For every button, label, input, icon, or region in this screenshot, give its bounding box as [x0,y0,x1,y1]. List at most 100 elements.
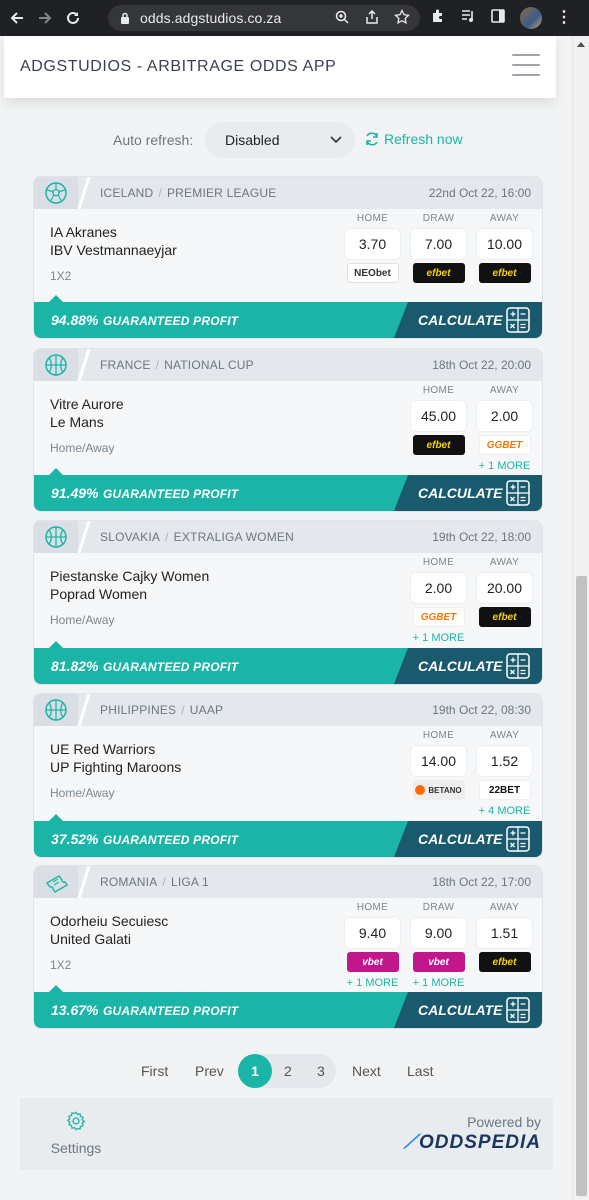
odd-value[interactable]: 9.00 [411,918,466,948]
basketball-icon [34,349,78,381]
lock-icon [118,11,132,25]
odd-label: HOME [422,385,455,396]
side-panel-icon[interactable] [490,8,506,29]
address-bar[interactable]: odds.adgstudios.co.za [108,5,420,31]
odd-value[interactable]: 3.70 [345,229,400,259]
league-breadcrumb: ICELAND / PREMIER LEAGUE [100,186,277,200]
odd-value[interactable]: 1.51 [477,918,532,948]
share-icon[interactable] [364,9,380,30]
calculate-button[interactable]: CALCULATE [394,821,542,857]
soccer-ball-icon [34,177,78,209]
page-scrollbar[interactable] [572,36,589,1200]
odd-value[interactable]: 2.00 [477,401,532,431]
bookmaker-efbet-logo[interactable]: efbet [478,607,531,627]
odd-home: HOME 3.70 NEObet [345,213,400,283]
basketball-icon [34,521,78,553]
guaranteed-profit: 37.52% GUARANTEED PROFIT [51,831,239,847]
calculator-icon [506,997,530,1023]
scrollbar-thumb[interactable] [576,576,587,1196]
ticket-icon [34,866,78,898]
extensions-icon[interactable] [430,8,446,29]
forward-icon[interactable] [34,7,56,29]
oddspedia-logo[interactable]: ⟋ ODDSPEDIA [404,1132,541,1154]
odd-value[interactable]: 1.52 [477,746,532,776]
refresh-controls: Auto refresh: Disabled Refresh now [0,122,572,158]
hamburger-menu-icon[interactable] [512,54,540,76]
bookmaker-betano-logo[interactable]: BETANO [412,780,465,800]
header-divider [77,866,91,898]
odd-value[interactable]: 45.00 [411,401,466,431]
calculator-icon [506,826,530,852]
away-team: Poprad Women [50,586,148,602]
away-team: United Galati [50,931,131,947]
teams: Piestanske Cajky Women Poprad Women [50,567,209,603]
browser-menu-icon[interactable]: ⋮ [556,10,572,26]
page-2-button[interactable]: 2 [284,1063,292,1079]
bookmaker-efbet-logo[interactable]: efbet [478,952,531,972]
bookmaker-ggbet-logo[interactable]: GGBET [412,607,465,627]
bookmaker-neobet-logo[interactable]: NEObet [346,263,399,283]
bookmaker-vbet-logo[interactable]: vbet [412,952,465,972]
odd-value[interactable]: 10.00 [477,229,532,259]
more-bookmakers-link[interactable]: + 1 MORE [411,632,466,644]
event-date: 22nd Oct 22, 16:00 [428,186,531,200]
profile-avatar[interactable] [520,7,542,29]
header-divider [77,521,91,553]
odd-home: HOME 45.00 efbet [411,385,466,455]
chevron-down-icon [329,132,343,151]
header-divider [77,349,91,381]
odd-value[interactable]: 14.00 [411,746,466,776]
bookmaker-efbet-logo[interactable]: efbet [478,263,531,283]
more-bookmakers-link[interactable]: + 1 MORE [477,460,532,472]
more-bookmakers-link[interactable]: + 1 MORE [411,977,466,989]
bookmaker-vbet-logo[interactable]: vbet [346,952,399,972]
media-control-icon[interactable] [460,8,476,29]
page-1-button[interactable]: 1 [238,1054,272,1088]
league-breadcrumb: ROMANIA / LIGA 1 [100,875,209,889]
odd-label: HOME [356,902,389,913]
bookmaker-ggbet-logo[interactable]: GGBET [478,435,531,455]
powered-by: Powered by ⟋ ODDSPEDIA [404,1114,541,1154]
pagination: First Prev 1 2 3 Next Last [0,1054,572,1088]
odd-away: AWAY 10.00 efbet [477,213,532,283]
calculate-button[interactable]: CALCULATE [394,302,542,338]
zoom-icon[interactable] [334,9,350,30]
odd-home: HOME 2.00 GGBET + 1 MORE [411,557,466,644]
settings-button[interactable]: Settings [48,1110,104,1156]
odd-value[interactable]: 7.00 [411,229,466,259]
scroll-up-arrow-icon[interactable] [577,42,585,47]
auto-refresh-select[interactable]: Disabled [205,122,355,158]
odd-value[interactable]: 2.00 [411,573,466,603]
page-content: ADGSTUDIOS - ARBITRAGE ODDS APP Auto ref… [0,36,572,1200]
first-page-link[interactable]: First [141,1063,168,1079]
odd-value[interactable]: 9.40 [345,918,400,948]
calculate-button[interactable]: CALCULATE [394,475,542,511]
next-page-link[interactable]: Next [352,1063,381,1079]
more-bookmakers-link[interactable]: + 1 MORE [345,977,400,989]
odd-label: HOME [356,213,389,224]
teams: UE Red Warriors UP Fighting Maroons [50,740,181,776]
last-page-link[interactable]: Last [407,1063,433,1079]
calculate-button[interactable]: CALCULATE [394,992,542,1028]
league-breadcrumb: FRANCE / NATIONAL CUP [100,358,254,372]
page-3-button[interactable]: 3 [317,1063,325,1079]
home-team: Vitre Aurore [50,396,124,412]
refresh-now-button[interactable]: Refresh now [364,131,463,147]
card-header: ICELAND / PREMIER LEAGUE 22nd Oct 22, 16:0… [34,177,542,209]
arb-card: ROMANIA / LIGA 1 18th Oct 22, 17:00 Odorhe… [33,865,543,1029]
reload-icon[interactable] [62,7,84,29]
market-type: Home/Away [50,441,115,455]
calculator-icon [506,480,530,506]
home-team: Odorheiu Secuiesc [50,913,169,929]
calculate-button[interactable]: CALCULATE [394,648,542,684]
market-type: Home/Away [50,613,115,627]
bookmaker-efbet-logo[interactable]: efbet [412,435,465,455]
bookmaker-22bet-logo[interactable]: 22BET [478,780,531,800]
bookmark-star-icon[interactable] [394,8,410,30]
odd-value[interactable]: 20.00 [477,573,532,603]
prev-page-link[interactable]: Prev [195,1063,224,1079]
back-icon[interactable] [6,7,28,29]
bookmaker-efbet-logo[interactable]: efbet [412,263,465,283]
calculator-icon [506,653,530,679]
more-bookmakers-link[interactable]: + 4 MORE [477,805,532,817]
